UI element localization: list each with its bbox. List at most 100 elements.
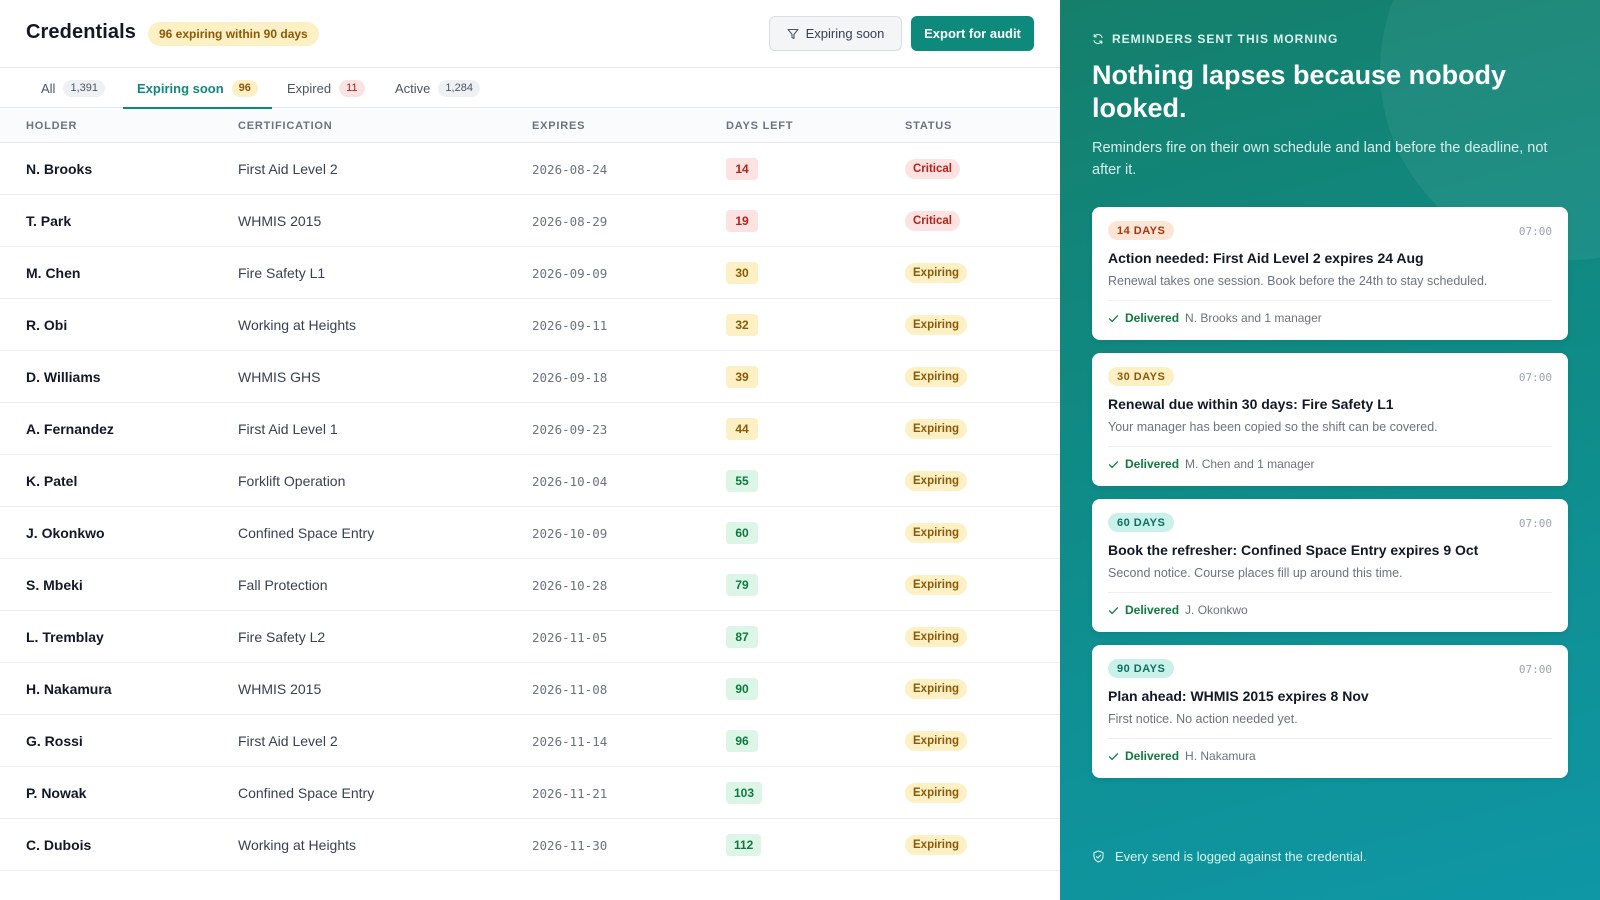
column-header-certification[interactable]: CERTIFICATION [238, 109, 333, 143]
send-time: 07:00 [1518, 663, 1552, 676]
status-cell: Expiring [905, 611, 968, 663]
page-title: Credentials [26, 21, 137, 43]
expiry-date: 2026-10-09 [532, 525, 608, 541]
status-badge: Expiring [905, 731, 968, 751]
expiry-date: 2026-09-09 [532, 265, 608, 281]
eyebrow-label: REMINDERS SENT THIS MORNING [1112, 32, 1339, 46]
days-left-cell: 39 [726, 351, 758, 403]
days-left-badge: 103 [726, 782, 763, 804]
status-badge: Expiring [905, 263, 968, 283]
days-left-cell: 79 [726, 559, 758, 611]
table-row[interactable]: N. Brooks First Aid Level 2 2026-08-24 14 Cr… [0, 143, 1060, 195]
column-header-days-left[interactable]: DAYS LEFT [726, 109, 793, 143]
status-badge: Expiring [905, 575, 968, 595]
days-left-badge: 39 [726, 366, 758, 388]
reminder-card[interactable]: 90 DAYS 07:00 Plan ahead: WHMIS 2015 expir… [1092, 645, 1568, 778]
holder-name: K. Patel [26, 473, 78, 489]
expiry-date: 2026-09-11 [532, 317, 608, 333]
table-row[interactable]: G. Rossi First Aid Level 2 2026-11-14 96 Exp… [0, 715, 1060, 767]
panel-subtext: Reminders fire on their own schedule and… [1092, 140, 1548, 178]
days-left-cell: 87 [726, 611, 758, 663]
days-left-badge: 112 [726, 834, 762, 856]
table-row[interactable]: D. Williams WHMIS GHS 2026-09-18 39 Expiring [0, 351, 1060, 403]
reminder-title: Book the refresher: Confined Space Entry… [1108, 542, 1479, 558]
reminders-eyebrow: REMINDERS SENT THIS MORNING [1092, 32, 1338, 46]
days-left-cell: 30 [726, 247, 758, 299]
reminder-card[interactable]: 14 DAYS 07:00 Action needed: First Aid Lev… [1092, 207, 1568, 340]
days-left-cell: 55 [726, 455, 758, 507]
holder-name: S. Mbeki [26, 577, 83, 593]
table-row[interactable]: C. Dubois Working at Heights 2026-11-30 112… [0, 819, 1060, 871]
holder-name: R. Obi [26, 317, 68, 333]
card-divider [1108, 300, 1552, 301]
status-cell: Expiring [905, 767, 968, 819]
expiry-date: 2026-09-23 [532, 421, 608, 437]
table-row[interactable]: M. Chen Fire Safety L1 2026-09-09 30 Expirin… [0, 247, 1060, 299]
column-header-expires[interactable]: EXPIRES [532, 109, 585, 143]
days-left-badge: 90 [726, 678, 758, 700]
tab-expired[interactable]: Expired 11 [287, 68, 365, 108]
tab-count: 96 [231, 79, 258, 97]
page-header: Credentials 96 expiring within 90 days E… [0, 0, 1060, 68]
status-badge: Critical [905, 159, 960, 179]
days-left-cell: 44 [726, 403, 758, 455]
reminder-days-tag: 30 DAYS [1108, 367, 1175, 386]
certification-name: WHMIS 2015 [238, 213, 322, 229]
days-left-badge: 79 [726, 574, 758, 596]
table-row[interactable]: L. Tremblay Fire Safety L2 2026-11-05 87 Exp… [0, 611, 1060, 663]
column-header-holder[interactable]: HOLDER [26, 109, 77, 143]
delivery-status: Delivered M. Chen and 1 manager [1108, 457, 1314, 471]
table-row[interactable]: A. Fernandez First Aid Level 1 2026-09-23 4… [0, 403, 1060, 455]
send-time: 07:00 [1518, 225, 1552, 238]
expiry-date: 2026-11-14 [532, 733, 608, 749]
filter-button-label: Expiring soon [805, 26, 885, 41]
table-row[interactable]: S. Mbeki Fall Protection 2026-10-28 79 Expir… [0, 559, 1060, 611]
certification-name: WHMIS 2015 [238, 681, 322, 697]
status-badge: Expiring [905, 523, 968, 543]
delivery-status: Delivered H. Nakamura [1108, 749, 1256, 763]
reminder-card[interactable]: 30 DAYS 07:00 Renewal due within 30 days: … [1092, 353, 1568, 486]
days-left-badge: 87 [726, 626, 758, 648]
status-badge: Critical [905, 211, 960, 231]
reminder-days-tag: 60 DAYS [1108, 513, 1175, 532]
table-row[interactable]: P. Nowak Confined Space Entry 2026-11-21 10… [0, 767, 1060, 819]
days-left-badge: 30 [726, 262, 758, 284]
tab-label: Expiring soon [137, 80, 224, 96]
table-row[interactable]: J. Okonkwo Confined Space Entry 2026-10-09… [0, 507, 1060, 559]
reminder-body: Your manager has been copied so the shif… [1108, 420, 1438, 434]
status-cell: Critical [905, 195, 960, 247]
reminder-title: Plan ahead: WHMIS 2015 expires 8 Nov [1108, 688, 1369, 704]
refresh-icon [1093, 33, 1103, 45]
table-row[interactable]: H. Nakamura WHMIS 2015 2026-11-08 90 Expirin… [0, 663, 1060, 715]
table-row[interactable]: R. Obi Working at Heights 2026-09-11 32 Expi… [0, 299, 1060, 351]
tab-expiring-soon[interactable]: Expiring soon 96 [123, 68, 272, 109]
export-for-audit-button[interactable]: Export for audit [911, 16, 1034, 51]
reminders-panel: REMINDERS SENT THIS MORNING Nothing laps… [1060, 0, 1600, 900]
panel-headline: Nothing lapses because nobody looked. [1092, 60, 1507, 123]
expiry-date: 2026-08-29 [532, 213, 608, 229]
reminder-card[interactable]: 60 DAYS 07:00 Book the refresher: Confined… [1092, 499, 1568, 632]
holder-name: L. Tremblay [26, 629, 104, 645]
status-badge: Expiring [905, 835, 968, 855]
holder-name: H. Nakamura [26, 681, 112, 697]
delivered-label: Delivered [1125, 749, 1180, 763]
tab-count: 1,391 [63, 79, 105, 97]
table-row[interactable]: T. Park WHMIS 2015 2026-08-29 19 Critical [0, 195, 1060, 247]
audit-note-text: Every send is logged against the credent… [1115, 849, 1367, 864]
holder-name: A. Fernandez [26, 421, 114, 437]
table-row[interactable]: K. Patel Forklift Operation 2026-10-04 55 Ex… [0, 455, 1060, 507]
holder-name: G. Rossi [26, 733, 83, 749]
tab-label: Expired [287, 80, 332, 96]
audit-log-note: Every send is logged against the credent… [1092, 849, 1367, 864]
delivery-status: Delivered N. Brooks and 1 manager [1108, 311, 1322, 325]
expiring-count-badge: 96 expiring within 90 days [148, 22, 319, 46]
status-cell: Expiring [905, 663, 968, 715]
tab-all[interactable]: All 1,391 [41, 68, 105, 108]
holder-name: M. Chen [26, 265, 81, 281]
reminder-title: Renewal due within 30 days: Fire Safety … [1108, 396, 1394, 412]
expiring-soon-filter-button[interactable]: Expiring soon [769, 16, 902, 51]
holder-name: J. Okonkwo [26, 525, 105, 541]
recipients: M. Chen and 1 manager [1185, 457, 1315, 471]
column-header-status[interactable]: STATUS [905, 109, 952, 143]
tab-active[interactable]: Active 1,284 [395, 68, 480, 108]
